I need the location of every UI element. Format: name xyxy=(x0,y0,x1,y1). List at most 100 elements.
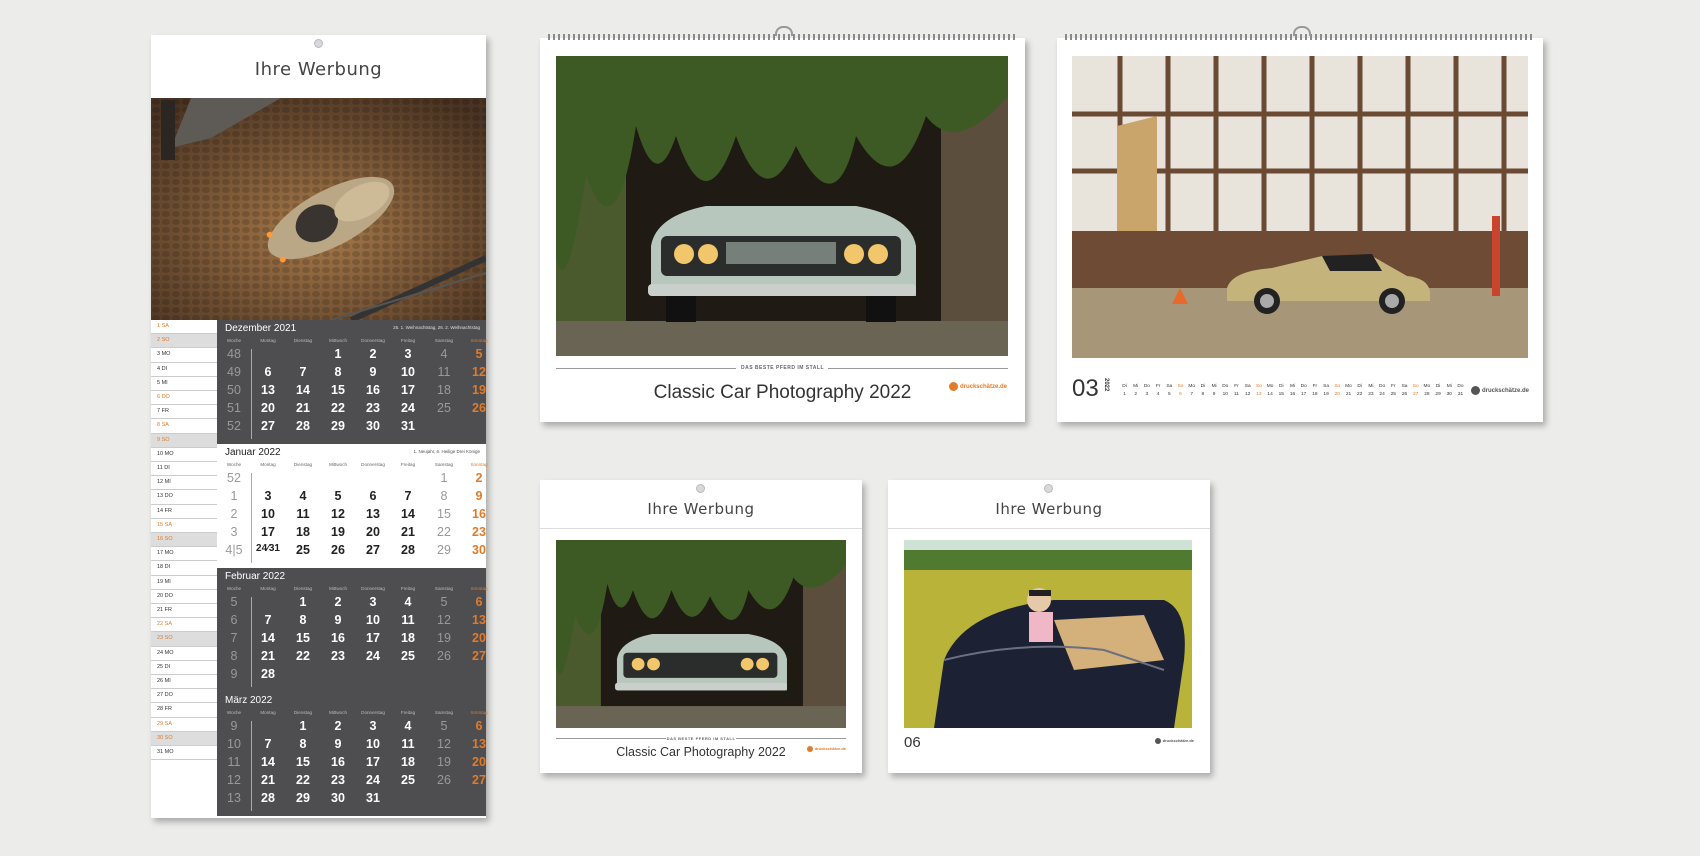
header-rule xyxy=(888,528,1210,529)
strip-weekday: Mo xyxy=(1266,384,1274,389)
day-number: 28 xyxy=(401,543,415,557)
strip-day: Mi 9 xyxy=(1209,383,1220,399)
small-calendar-cover: Ihre Werbung DAS BESTE PFERD IM STALL Cl… xyxy=(540,480,862,773)
day-number: 11 xyxy=(401,737,415,751)
day-number: 14 xyxy=(401,507,415,521)
strip-day: Mi 30 xyxy=(1444,383,1455,399)
planner-day-row: 25 DI xyxy=(151,661,217,675)
strip-date: 24 xyxy=(1379,392,1385,397)
day-number: 3 xyxy=(404,347,412,361)
wall-calendar-march: 03 2022 Di 1 Mi 2 Do 3 Fr 4 Sa 5 So 6 Mo 7 Di 8 Mi 9 Do 10 F… xyxy=(1057,26,1543,422)
day-number: 6 xyxy=(264,365,272,379)
weekday-header: Woche Montag Dienstag Mittwoch Donnerstag Fre… xyxy=(217,462,488,470)
day-number: 6 xyxy=(369,489,377,503)
hanging-hole xyxy=(696,484,705,493)
weekday-label: Freitag xyxy=(400,462,416,467)
day-number: 17 xyxy=(401,383,415,397)
strip-date: 23 xyxy=(1368,392,1374,397)
weekday-label: Sonntag xyxy=(470,338,488,343)
strip-weekday: Mo xyxy=(1423,384,1431,389)
strip-weekday: Di xyxy=(1357,384,1362,389)
strip-weekday: Mo xyxy=(1188,384,1196,389)
day-number: 24⁄31 xyxy=(256,543,280,554)
week-number: 52 xyxy=(227,471,241,485)
strip-weekday: So xyxy=(1255,384,1262,389)
strip-day: Sa 19 xyxy=(1321,383,1332,399)
day-number: 25 xyxy=(401,649,415,663)
week-number: 50 xyxy=(227,383,241,397)
day-number: 15 xyxy=(296,755,310,769)
weekday-label: Woche xyxy=(226,462,242,467)
planner-day-row: 12 MI xyxy=(151,476,217,491)
strip-weekday: Di xyxy=(1122,384,1127,389)
day-number: 23 xyxy=(366,401,380,415)
strip-weekday: Di xyxy=(1435,384,1441,389)
strip-day: Di 15 xyxy=(1276,383,1287,399)
day-number: 19 xyxy=(472,383,486,397)
day-number: 5 xyxy=(440,719,448,733)
strip-weekday: So xyxy=(1177,384,1184,389)
strip-date: 21 xyxy=(1345,392,1352,397)
day-number: 5 xyxy=(440,595,448,609)
day-number: 23 xyxy=(472,525,486,539)
day-number: 26 xyxy=(331,543,345,557)
day-number: 9 xyxy=(334,613,342,627)
strip-day: Di 22 xyxy=(1354,383,1365,399)
four-month-planner: Ihre Werbung 1 SA 2 SO 3 MO 4 DI 5 MI 6 … xyxy=(151,35,488,818)
holiday-note: 1. Neujahr, 6. Heilige Drei Könige xyxy=(413,449,480,454)
week-number: 11 xyxy=(227,755,241,769)
strip-day: Sa 5 xyxy=(1164,383,1175,399)
strip-day: Mi 16 xyxy=(1287,383,1298,399)
planner-day-row: 20 DO xyxy=(151,590,217,604)
strip-date: 13 xyxy=(1256,392,1262,397)
day-number: 2 xyxy=(475,471,483,485)
ad-text: Ihre Werbung xyxy=(647,500,755,518)
logo-text: druckschätze.de xyxy=(1481,388,1529,395)
weekday-label: Sonntag xyxy=(470,586,488,591)
strip-weekday: So xyxy=(1412,384,1419,389)
day-number: 4 xyxy=(404,719,412,733)
day-number: 7 xyxy=(264,613,272,627)
weekday-label: Montag xyxy=(260,338,276,343)
day-number: 3 xyxy=(369,595,377,609)
wall-calendar-cover: DAS BESTE PFERD IM STALL Classic Car Pho… xyxy=(540,26,1025,422)
logo-mark-icon xyxy=(806,746,813,752)
strip-date: 5 xyxy=(1167,392,1171,397)
day-number: 7 xyxy=(264,737,272,751)
day-number: 8 xyxy=(440,489,448,503)
day-number: 5 xyxy=(334,489,342,503)
day-number: 30 xyxy=(366,419,380,433)
weekday-label: Woche xyxy=(226,338,242,343)
day-number: 28 xyxy=(296,419,310,433)
week-divider xyxy=(251,473,252,563)
planner-day-row: 26 MI xyxy=(151,675,217,690)
day-number: 10 xyxy=(261,507,275,521)
strip-weekday: Do xyxy=(1379,384,1386,389)
strip-day: So 13 xyxy=(1253,383,1264,399)
planner-day-row: 24 MO xyxy=(151,647,217,661)
day-number: 21 xyxy=(296,401,310,415)
day-number: 19 xyxy=(437,755,451,769)
day-number: 4 xyxy=(299,489,307,503)
hanging-hole xyxy=(314,39,323,48)
day-number: 29 xyxy=(437,543,451,557)
day-strip: Di 1 Mi 2 Do 3 Fr 4 Sa 5 So 6 Mo 7 Di 8 Mi 9 Do 10 Fr 11 Sa 12 S… xyxy=(1119,383,1469,403)
planner-photo-jaguar xyxy=(151,98,486,320)
strip-date: 20 xyxy=(1334,392,1340,397)
weekday-label: Samstag xyxy=(434,710,454,715)
strip-day: Mo 21 xyxy=(1343,383,1354,399)
strip-day: Fr 18 xyxy=(1309,383,1320,399)
weekday-label: Freitag xyxy=(400,586,416,591)
day-number: 13 xyxy=(261,383,275,397)
strip-date: 2 xyxy=(1134,392,1138,397)
strip-weekday: Mi xyxy=(1133,384,1139,389)
weekday-label: Dienstag xyxy=(293,710,313,715)
day-number: 7 xyxy=(299,365,307,379)
strip-date: 6 xyxy=(1179,392,1182,397)
day-number: 8 xyxy=(334,365,342,379)
day-number: 18 xyxy=(296,525,310,539)
day-number: 4 xyxy=(404,595,412,609)
day-number: 13 xyxy=(472,613,486,627)
strip-weekday: Fr xyxy=(1234,384,1239,389)
day-number: 1 xyxy=(334,347,342,361)
